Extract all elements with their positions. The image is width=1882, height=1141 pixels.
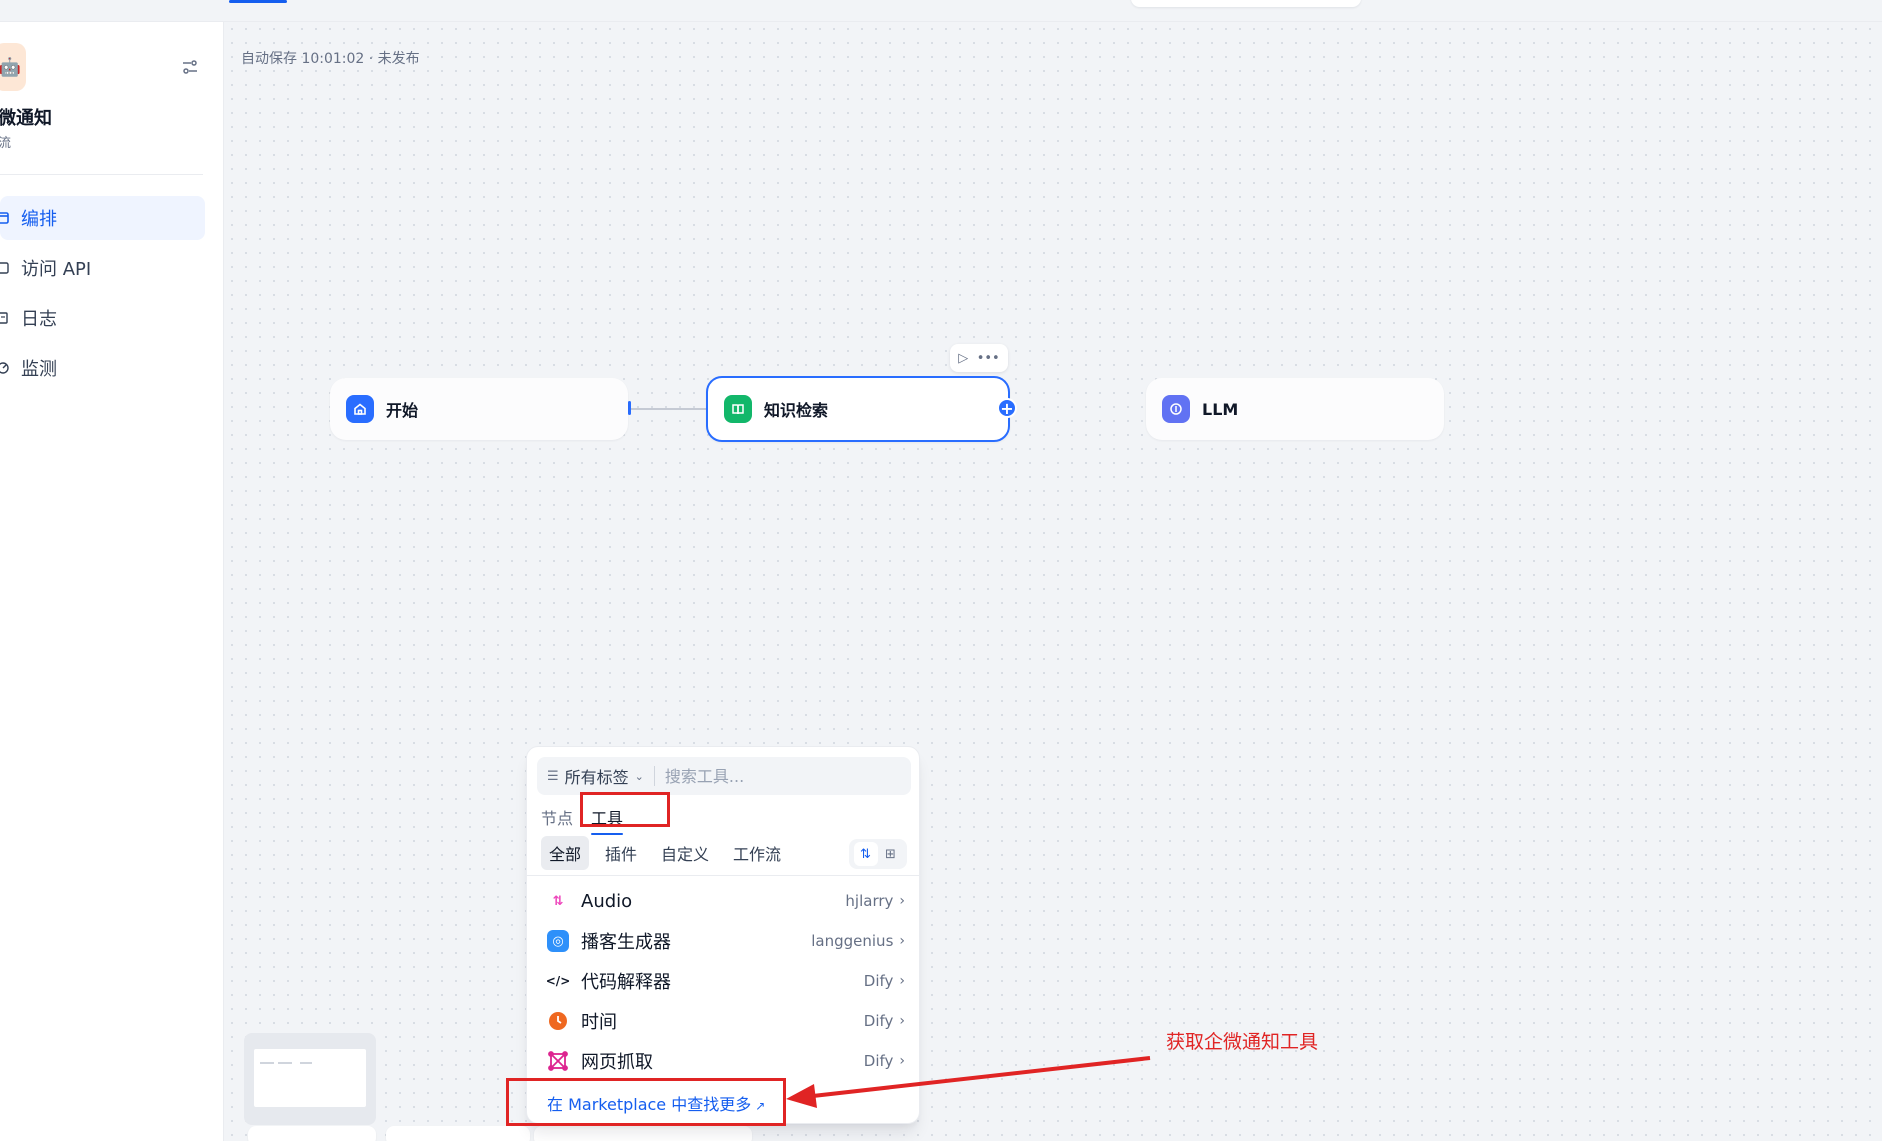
minimap-node <box>300 1062 312 1064</box>
tool-author: hjlarry <box>845 892 894 910</box>
tool-author: langgenius <box>811 932 894 950</box>
file-list-icon <box>0 311 10 325</box>
search-input[interactable] <box>664 766 885 786</box>
node-toolbar: ▷ ••• <box>950 344 1008 372</box>
terminal-icon <box>0 261 10 275</box>
tool-item-podcast[interactable]: ◎ 播客生成器 langgenius › <box>527 921 921 961</box>
node-knowledge-retrieval[interactable]: 知识检索 <box>706 376 1010 442</box>
filter-icon: ☰ <box>547 768 559 784</box>
sidebar-item-logs[interactable]: 日志 <box>0 296 205 340</box>
node-llm[interactable]: LLM <box>1146 378 1444 440</box>
category-plugins[interactable]: 插件 <box>597 836 645 870</box>
tree-view-icon[interactable]: ⊞ <box>879 842 903 866</box>
category-workflow[interactable]: 工作流 <box>725 836 789 870</box>
chevron-right-icon: › <box>899 1013 905 1029</box>
sidebar-item-label: 编排 <box>21 209 57 230</box>
gauge-icon <box>0 361 10 375</box>
more-options-icon[interactable]: ••• <box>977 351 1000 366</box>
code-icon: </> <box>545 974 571 988</box>
sidebar-item-label: 监测 <box>21 359 57 380</box>
web-scraper-icon <box>547 1050 569 1072</box>
highlight-tools-tab <box>580 792 670 827</box>
chevron-down-icon: ⌄ <box>634 769 644 783</box>
tab-nodes[interactable]: 节点 <box>541 805 573 829</box>
tool-name: 时间 <box>581 1012 617 1033</box>
top-toolbar-pill[interactable] <box>1131 0 1361 7</box>
audio-icon: ⇅ <box>552 893 564 909</box>
layout-icon <box>0 211 10 225</box>
sidebar-item-label: 日志 <box>21 309 57 330</box>
node-source-handle[interactable] <box>628 401 631 415</box>
highlight-marketplace-link <box>506 1078 786 1126</box>
add-next-node-button[interactable]: + <box>997 398 1017 418</box>
clock-icon <box>547 1010 569 1032</box>
view-toggle: ⇅ ⊞ <box>849 839 907 869</box>
tool-item-time[interactable]: 时间 Dify › <box>527 1001 921 1041</box>
tool-author: Dify <box>863 972 894 990</box>
autosave-status: 自动保存 10:01:02 · 未发布 <box>241 51 420 67</box>
tag-filter-dropdown[interactable]: ☰ 所有标签 ⌄ <box>537 764 654 788</box>
zoom-controls[interactable] <box>248 1126 376 1141</box>
tool-item-code-interpreter[interactable]: </> 代码解释器 Dify › <box>527 961 921 1001</box>
annotation-text: 获取企微通知工具 <box>1166 1031 1319 1053</box>
minimap-viewport <box>254 1049 366 1107</box>
sidebar-item-api[interactable]: 访问 API <box>0 246 205 290</box>
node-title: 知识检索 <box>764 401 829 420</box>
tool-author: Dify <box>863 1012 894 1030</box>
chevron-right-icon: › <box>899 933 905 949</box>
canvas-controls[interactable] <box>386 1126 530 1141</box>
tag-filter-label: 所有标签 <box>564 768 629 787</box>
sidebar-item-label: 访问 API <box>21 259 92 280</box>
sidebar-nav: 编排 访问 API 日志 监测 <box>0 196 205 396</box>
tool-name: Audio <box>581 890 633 912</box>
sliders-icon <box>183 60 197 74</box>
edge-start-to-knowledge[interactable] <box>630 408 708 410</box>
sidebar: 🤖 微通知 流 编排 访问 API 日志 监测 <box>0 22 224 1141</box>
category-filter: 全部 插件 自定义 工作流 ⇅ ⊞ <box>541 836 907 870</box>
minimap-node <box>278 1062 292 1064</box>
category-all[interactable]: 全部 <box>541 836 590 870</box>
tool-name: 代码解释器 <box>581 972 671 993</box>
run-node-icon[interactable]: ▷ <box>958 351 968 366</box>
canvas-tools[interactable] <box>534 1126 752 1141</box>
top-bar <box>0 0 1882 22</box>
book-icon <box>724 395 752 423</box>
minimap[interactable] <box>244 1033 376 1125</box>
sidebar-item-monitor[interactable]: 监测 <box>0 346 205 390</box>
workflow-canvas[interactable] <box>225 22 1882 1141</box>
node-title: LLM <box>1202 399 1239 419</box>
app-name: 微通知 <box>0 108 52 129</box>
chevron-right-icon: › <box>899 973 905 989</box>
sidebar-item-orchestrate[interactable]: 编排 <box>0 196 205 240</box>
annotation-arrow <box>786 1056 1151 1108</box>
search-separator <box>653 766 655 786</box>
brain-icon <box>1162 395 1190 423</box>
settings-button[interactable] <box>179 56 201 78</box>
home-icon <box>346 395 374 423</box>
app-type: 流 <box>0 136 12 151</box>
podcast-icon: ◎ <box>547 930 569 952</box>
active-tab-indicator <box>229 0 287 3</box>
category-custom[interactable]: 自定义 <box>653 836 717 870</box>
tool-name: 播客生成器 <box>581 932 671 953</box>
minimap-node <box>260 1062 274 1064</box>
sort-az-icon[interactable]: ⇅ <box>853 842 878 866</box>
tool-item-audio[interactable]: ⇅ Audio hjlarry › <box>527 881 921 921</box>
chevron-right-icon: › <box>899 893 905 909</box>
search-bar: ☰ 所有标签 ⌄ <box>537 757 911 795</box>
divider <box>527 875 921 876</box>
node-title: 开始 <box>386 401 419 420</box>
sidebar-divider <box>0 174 203 175</box>
node-start[interactable]: 开始 <box>330 378 628 440</box>
app-icon: 🤖 <box>0 43 26 91</box>
